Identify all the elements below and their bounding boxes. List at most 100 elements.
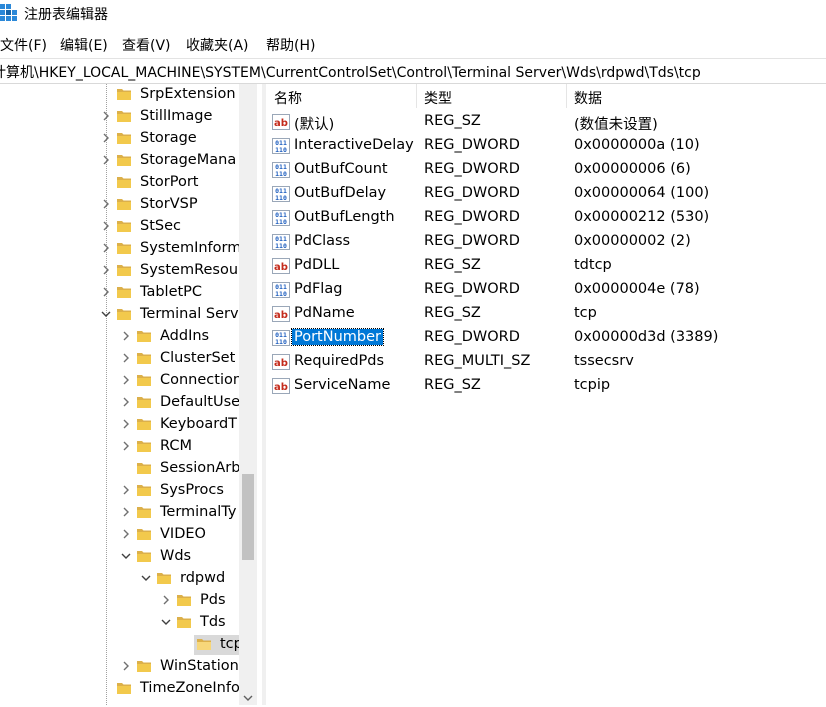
folder-icon xyxy=(116,306,132,322)
chevron-right-icon[interactable] xyxy=(120,660,132,672)
value-row[interactable]: 011 110 PortNumber REG_DWORD 0x00000d3d (338… xyxy=(266,326,826,350)
svg-text:110: 110 xyxy=(275,218,287,226)
chevron-right-icon[interactable] xyxy=(120,374,132,386)
scrollbar-thumb[interactable] xyxy=(242,474,254,560)
tree-item-label: ClusterSet xyxy=(160,350,236,366)
tree-item[interactable]: TimeZoneInfo xyxy=(0,678,240,700)
folder-icon xyxy=(116,86,132,102)
tree-item[interactable]: StillImage xyxy=(0,106,240,128)
tree-item[interactable]: StorPort xyxy=(0,172,240,194)
binary-value-icon: 011 110 xyxy=(272,162,290,178)
chevron-right-icon[interactable] xyxy=(120,396,132,408)
value-row[interactable]: 011 110 OutBufDelay REG_DWORD 0x00000064 (10… xyxy=(266,182,826,206)
value-data: (数值未设置) xyxy=(574,117,658,133)
tree-item[interactable]: Pds xyxy=(0,590,240,612)
column-header-type[interactable]: 类型 xyxy=(417,84,566,108)
chevron-down-icon[interactable] xyxy=(100,308,112,320)
tree-item[interactable]: SystemResou xyxy=(0,260,240,282)
value-type: REG_DWORD xyxy=(424,281,520,297)
folder-icon xyxy=(116,196,132,212)
tree-item[interactable]: WinStation xyxy=(0,656,240,678)
svg-text:110: 110 xyxy=(275,194,287,202)
tree-item-label: SysProcs xyxy=(160,482,224,498)
chevron-right-icon[interactable] xyxy=(120,484,132,496)
chevron-right-icon[interactable] xyxy=(100,220,112,232)
address-bar[interactable]: 计算机\HKEY_LOCAL_MACHINE\SYSTEM\CurrentCon… xyxy=(0,58,826,84)
chevron-right-icon[interactable] xyxy=(100,198,112,210)
string-value-icon: ab xyxy=(272,258,290,274)
menu-view[interactable]: 查看(V) xyxy=(122,35,171,55)
chevron-right-icon[interactable] xyxy=(160,594,172,606)
tree-item[interactable]: StSec xyxy=(0,216,240,238)
folder-icon xyxy=(116,262,132,278)
value-row[interactable]: ab (默认) REG_SZ (数值未设置) xyxy=(266,110,826,134)
tree-item[interactable]: SystemInform xyxy=(0,238,241,260)
chevron-right-icon[interactable] xyxy=(100,264,112,276)
scroll-down-arrow-icon[interactable] xyxy=(243,688,253,701)
chevron-right-icon[interactable] xyxy=(100,286,112,298)
tree-item[interactable]: DefaultUse xyxy=(0,392,240,414)
tree-item[interactable]: Connection xyxy=(0,370,242,392)
tree-item[interactable]: Tds xyxy=(0,612,240,634)
chevron-right-icon[interactable] xyxy=(100,154,112,166)
folder-icon xyxy=(196,636,212,652)
chevron-right-icon[interactable] xyxy=(120,440,132,452)
value-row[interactable]: 011 110 OutBufCount REG_DWORD 0x00000006 (6) xyxy=(266,158,826,182)
value-type: REG_SZ xyxy=(424,113,481,129)
folder-icon xyxy=(136,482,152,498)
tree-item[interactable]: tcp xyxy=(0,634,243,656)
value-type: REG_DWORD xyxy=(424,233,520,249)
chevron-right-icon[interactable] xyxy=(100,132,112,144)
tree-item[interactable]: StorVSP xyxy=(0,194,240,216)
chevron-right-icon[interactable] xyxy=(120,352,132,364)
value-row[interactable]: ab PdDLL REG_SZ tdtcp xyxy=(266,254,826,278)
chevron-right-icon[interactable] xyxy=(100,110,112,122)
chevron-down-icon[interactable] xyxy=(120,550,132,562)
column-header-name[interactable]: 名称 xyxy=(266,84,416,108)
folder-icon xyxy=(136,328,152,344)
column-header-data[interactable]: 数据 xyxy=(567,84,826,108)
tree-scrollbar[interactable] xyxy=(239,84,257,705)
folder-icon xyxy=(136,460,152,476)
tree-item[interactable]: StorageMana xyxy=(0,150,240,172)
values-list: 名称 类型 数据 ab (默认) REG_SZ (数值未设置) 011 110 Intera… xyxy=(266,84,826,705)
tree-item[interactable]: SysProcs xyxy=(0,480,240,502)
tree-item[interactable]: rdpwd xyxy=(0,568,240,590)
chevron-right-icon[interactable] xyxy=(100,242,112,254)
tree-item[interactable]: SessionArb xyxy=(0,458,240,480)
value-row[interactable]: ab PdName REG_SZ tcp xyxy=(266,302,826,326)
menu-file[interactable]: 文件(F) xyxy=(0,35,47,55)
folder-icon xyxy=(136,548,152,564)
chevron-down-icon[interactable] xyxy=(140,572,152,584)
tree-item[interactable]: ClusterSet xyxy=(0,348,240,370)
value-row[interactable]: ab ServiceName REG_SZ tcpip xyxy=(266,374,826,398)
value-type: REG_SZ xyxy=(424,377,481,393)
tree-item[interactable]: TerminalTy xyxy=(0,502,240,524)
value-row[interactable]: 011 110 PdClass REG_DWORD 0x00000002 (2) xyxy=(266,230,826,254)
value-row[interactable]: 011 110 PdFlag REG_DWORD 0x0000004e (78) xyxy=(266,278,826,302)
tree-item[interactable]: AddIns xyxy=(0,326,240,348)
address-path[interactable]: 计算机\HKEY_LOCAL_MACHINE\SYSTEM\CurrentCon… xyxy=(0,62,701,82)
menu-edit[interactable]: 编辑(E) xyxy=(60,35,108,55)
tree-item[interactable]: SrpExtension xyxy=(0,84,240,106)
value-row[interactable]: ab RequiredPds REG_MULTI_SZ tssecsrv xyxy=(266,350,826,374)
tree-item[interactable]: VIDEO xyxy=(0,524,240,546)
tree-item[interactable]: Storage xyxy=(0,128,240,150)
tree-item[interactable]: KeyboardT xyxy=(0,414,240,436)
chevron-right-icon[interactable] xyxy=(120,506,132,518)
svg-text:ab: ab xyxy=(274,262,288,273)
value-row[interactable]: 011 110 OutBufLength REG_DWORD 0x00000212 (5… xyxy=(266,206,826,230)
tree-item[interactable]: Wds xyxy=(0,546,240,568)
tree-item[interactable]: TabletPC xyxy=(0,282,240,304)
chevron-right-icon[interactable] xyxy=(120,330,132,342)
folder-icon xyxy=(116,152,132,168)
menu-help[interactable]: 帮助(H) xyxy=(266,35,315,55)
tree-item[interactable]: RCM xyxy=(0,436,240,458)
chevron-right-icon[interactable] xyxy=(120,418,132,430)
value-name: OutBufDelay xyxy=(294,185,387,201)
chevron-down-icon[interactable] xyxy=(160,616,172,628)
chevron-right-icon[interactable] xyxy=(120,528,132,540)
menu-favorites[interactable]: 收藏夹(A) xyxy=(186,35,249,55)
value-row[interactable]: 011 110 InteractiveDelay REG_DWORD 0x0000000… xyxy=(266,134,826,158)
tree-item[interactable]: Terminal Serv xyxy=(0,304,240,326)
